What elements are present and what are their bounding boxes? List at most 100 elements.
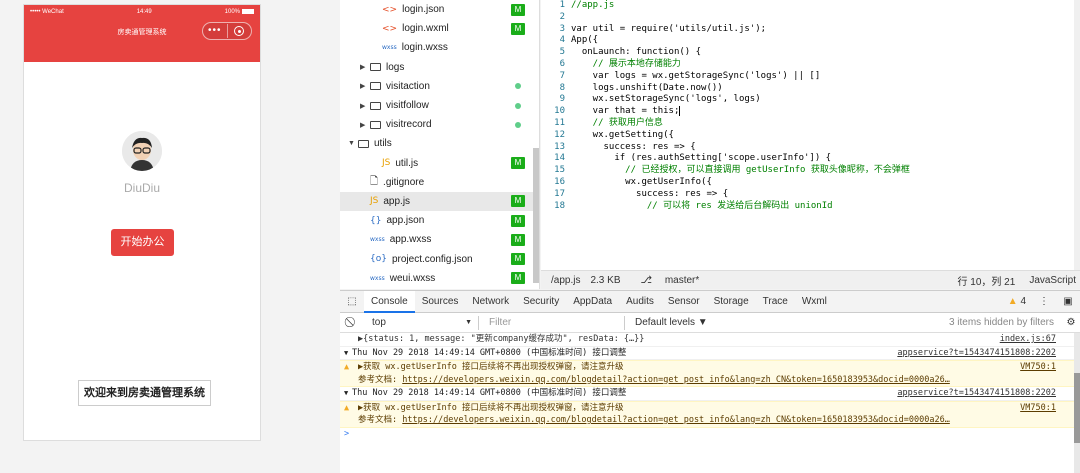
- tab-sensor[interactable]: Sensor: [661, 291, 707, 313]
- code-line[interactable]: 14 if (res.authSetting['scope.userInfo']…: [541, 153, 1080, 165]
- warning-icon: ▲: [344, 402, 350, 413]
- console-message[interactable]: ▶{status: 1, message: "更新company缓存成功", r…: [340, 333, 1080, 347]
- source-link[interactable]: appservice?t=1543474151808:2202: [897, 347, 1056, 360]
- code-line[interactable]: 11 // 获取用户信息: [541, 118, 1080, 130]
- file-tree-item[interactable]: <> login.json M: [340, 0, 539, 19]
- code-text: var that = this;: [571, 106, 680, 117]
- file-tree-item[interactable]: ▶ visitrecord: [340, 115, 539, 134]
- json-file-icon: {o}: [370, 254, 387, 265]
- file-tree-item[interactable]: wxss login.wxss: [340, 38, 539, 57]
- file-name: visitfollow: [386, 100, 429, 112]
- chevron-right-icon[interactable]: ▶: [360, 82, 370, 90]
- start-work-button[interactable]: 开始办公: [111, 229, 174, 256]
- line-number: 17: [554, 188, 565, 199]
- code-text: success: res => {: [571, 141, 696, 152]
- file-tree-item[interactable]: <> login.wxml M: [340, 19, 539, 38]
- file-tree-item[interactable]: JS util.js M: [340, 154, 539, 173]
- console-prompt: >: [344, 428, 350, 439]
- warning-icon: ▲: [344, 362, 350, 372]
- more-options-icon[interactable]: ⋮: [1032, 296, 1056, 307]
- log-levels-select[interactable]: Default levels ▼: [635, 317, 708, 328]
- code-line[interactable]: 9 wx.setStorageSync('logs', logs): [541, 94, 1080, 106]
- code-line[interactable]: 6 // 展示本地存储能力: [541, 59, 1080, 71]
- file-tree-item[interactable]: {o} project.config.json M: [340, 249, 539, 268]
- file-tree-item[interactable]: wxss weui.wxss M: [340, 269, 539, 288]
- capsule-menu[interactable]: •••: [202, 22, 252, 40]
- file-tree-item[interactable]: ▼ utils: [340, 134, 539, 153]
- tab-security[interactable]: Security: [516, 291, 566, 313]
- code-line[interactable]: 4 App({: [541, 35, 1080, 47]
- code-line[interactable]: 3 var util = require('utils/util.js');: [541, 24, 1080, 36]
- code-line[interactable]: 17 success: res => {: [541, 189, 1080, 201]
- code-line[interactable]: 15 // 已经授权，可以直接调用 getUserInfo 获取头像昵称，不会弹…: [541, 165, 1080, 177]
- warning-counter[interactable]: ▲ 4: [1002, 296, 1032, 307]
- tab-storage[interactable]: Storage: [707, 291, 756, 313]
- chevron-right-icon[interactable]: ▶: [360, 102, 370, 110]
- welcome-banner: 欢迎来到房卖通管理系统: [78, 380, 211, 406]
- chevron-down-icon[interactable]: ▼: [348, 140, 358, 147]
- code-line[interactable]: 16 wx.getUserInfo({: [541, 177, 1080, 189]
- file-tree-item[interactable]: ▶ logs: [340, 58, 539, 77]
- code-line[interactable]: 8 logs.unshift(Date.now()): [541, 83, 1080, 95]
- code-line[interactable]: 5 onLaunch: function() {: [541, 47, 1080, 59]
- folder-icon: [370, 120, 381, 129]
- collapse-group-icon[interactable]: ▼: [344, 347, 348, 360]
- inspect-icon[interactable]: ⬚: [340, 296, 364, 307]
- tab-trace[interactable]: Trace: [756, 291, 795, 313]
- console-message[interactable]: ▲ ▶获取 wx.getUserInfo 接口后续将不再出现授权弹窗，请注意升级 V…: [340, 360, 1080, 387]
- dock-icon[interactable]: ▣: [1056, 296, 1080, 307]
- code-line[interactable]: 1 //app.js: [541, 0, 1080, 12]
- doc-link[interactable]: https://developers.weixin.qq.com/blogdet…: [402, 415, 950, 425]
- console-prompt-row[interactable]: >: [340, 428, 1080, 441]
- git-branch[interactable]: ⎇ master*: [631, 275, 700, 286]
- editor-scrollbar[interactable]: [1074, 0, 1080, 270]
- cursor-position[interactable]: 行 10，列 21: [958, 273, 1016, 288]
- console-message[interactable]: ▼ Thu Nov 29 2018 14:49:14 GMT+0800 (中国标准…: [340, 347, 1080, 360]
- code-line[interactable]: 12 wx.getSetting({: [541, 130, 1080, 142]
- collapse-group-icon[interactable]: ▼: [344, 387, 348, 400]
- file-tree-item[interactable]: ▶ visitfollow: [340, 96, 539, 115]
- devtools-panel: ⬚ Console Sources Network Security AppData Au…: [340, 290, 1080, 473]
- tree-scrollbar[interactable]: [533, 148, 539, 283]
- nav-bar: ••••• WeChat 14:49 100% 房卖通管理系统 •••: [24, 5, 260, 62]
- chevron-right-icon[interactable]: ▶: [360, 121, 370, 129]
- file-tree-item[interactable]: ▶ visitaction: [340, 77, 539, 96]
- source-link[interactable]: appservice?t=1543474151808:2202: [897, 387, 1056, 400]
- line-number: 8: [559, 82, 565, 93]
- source-link[interactable]: VM750:1: [1020, 401, 1056, 414]
- gear-icon[interactable]: ⚙: [1062, 317, 1080, 328]
- file-tree-item[interactable]: JS app.js M: [340, 191, 539, 212]
- source-link[interactable]: VM750:1: [1020, 361, 1056, 374]
- console-message[interactable]: ▲ ▶获取 wx.getUserInfo 接口后续将不再出现授权弹窗，请注意升级 V…: [340, 400, 1080, 428]
- file-tree-item[interactable]: {} app.json M: [340, 211, 539, 230]
- file-tree-item[interactable]: wxss app.wxss M: [340, 230, 539, 249]
- code-line[interactable]: 10 var that = this;: [541, 106, 1080, 118]
- close-miniprogram-icon[interactable]: [228, 26, 252, 36]
- console-scrollbar[interactable]: [1074, 333, 1080, 473]
- tab-wxml[interactable]: Wxml: [795, 291, 834, 313]
- code-line[interactable]: 13 success: res => {: [541, 142, 1080, 154]
- language-mode[interactable]: JavaScript: [1029, 275, 1076, 286]
- tab-sources[interactable]: Sources: [415, 291, 466, 313]
- file-tree-item[interactable]: 🗋 .gitignore: [340, 173, 539, 192]
- code-editor[interactable]: 1 //app.js 2 3 var util = require('utils/uti…: [541, 0, 1080, 270]
- phone-status-bar: ••••• WeChat 14:49 100%: [24, 5, 260, 19]
- console-message[interactable]: ▼ Thu Nov 29 2018 14:49:14 GMT+0800 (中国标准…: [340, 387, 1080, 401]
- modified-badge: M: [511, 195, 525, 208]
- tab-network[interactable]: Network: [465, 291, 516, 313]
- code-line[interactable]: 7 var logs = wx.getStorageSync('logs') |…: [541, 71, 1080, 83]
- tab-audits[interactable]: Audits: [619, 291, 661, 313]
- message-text: ▶{status: 1, message: "更新company缓存成功", r…: [358, 334, 645, 344]
- clear-console-icon[interactable]: ⃠: [340, 317, 364, 328]
- doc-link[interactable]: https://developers.weixin.qq.com/blogdet…: [402, 375, 950, 385]
- tab-appdata[interactable]: AppData: [566, 291, 619, 313]
- code-line[interactable]: 2: [541, 12, 1080, 24]
- context-select[interactable]: top: [364, 315, 479, 330]
- file-name: .gitignore: [383, 176, 425, 188]
- more-icon[interactable]: •••: [203, 24, 228, 38]
- chevron-right-icon[interactable]: ▶: [360, 63, 370, 71]
- tab-console[interactable]: Console: [364, 290, 415, 313]
- code-line[interactable]: 18 // 可以将 res 发送给后台解码出 unionId: [541, 201, 1080, 213]
- source-link[interactable]: index.js:67: [1000, 333, 1056, 346]
- filter-input[interactable]: Filter: [485, 315, 625, 330]
